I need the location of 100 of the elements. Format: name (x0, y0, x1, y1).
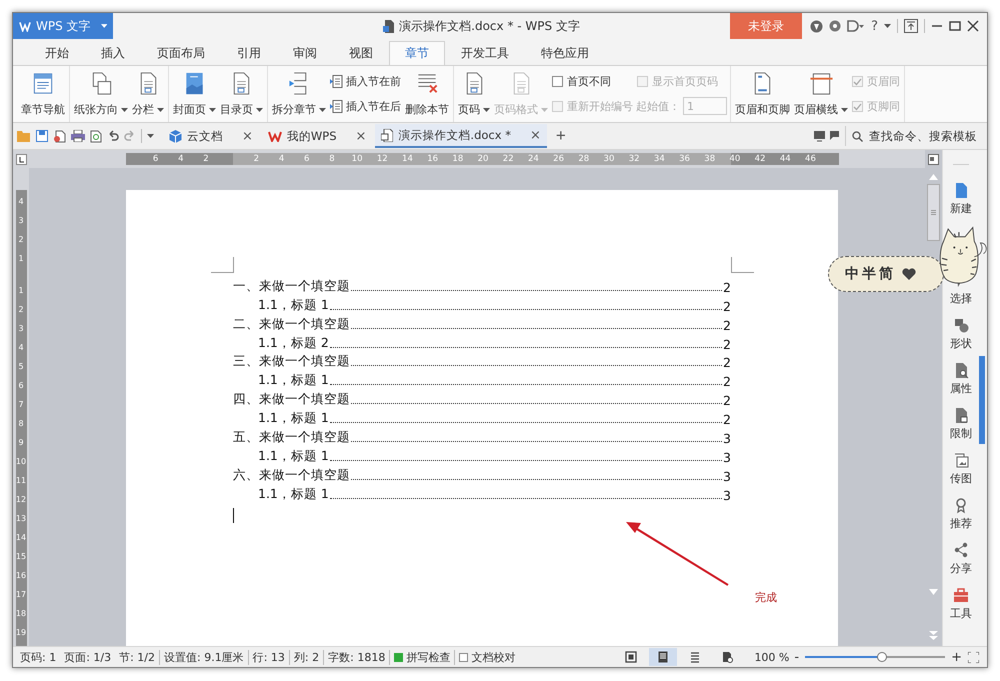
ruler-number: 13 (16, 513, 26, 525)
ruler-number: 2 (202, 154, 210, 164)
zoom-slider-thumb[interactable] (877, 652, 888, 662)
sidebar-item[interactable]: 属性 (950, 362, 972, 407)
d-badge-icon[interactable] (847, 20, 866, 32)
ribbon-button[interactable]: 封面页 (172, 68, 217, 120)
menu-tab[interactable]: 特色应用 (525, 41, 605, 65)
toc-page-number: 2 (723, 374, 731, 390)
zoom-out-button[interactable]: - (792, 650, 802, 664)
ribbon-button[interactable]: 页眉横线 (793, 68, 849, 120)
undo-icon[interactable] (107, 130, 119, 142)
pin-window-icon[interactable] (904, 19, 918, 33)
toc-page-number: 2 (723, 412, 731, 428)
ruler-number: 38 (703, 154, 716, 164)
toc-entry-text[interactable]: 一、来做一个填空题 (233, 278, 350, 295)
menu-tab[interactable]: 开发工具 (445, 41, 525, 65)
w-logo-icon (268, 130, 282, 142)
sidebar-item[interactable]: 限制 (950, 407, 972, 452)
tab-close-button[interactable]: × (516, 128, 541, 142)
ribbon-button[interactable]: 分栏 (131, 68, 165, 120)
toc-entry-text[interactable]: 1.1，标题 1 (258, 410, 329, 428)
document-tab[interactable]: 云文档 × (163, 124, 259, 148)
split-view-icon[interactable] (928, 154, 939, 164)
toc-page-number: 2 (723, 336, 731, 352)
tab-close-button[interactable]: × (228, 128, 253, 144)
fit-window-icon[interactable] (968, 652, 979, 662)
toc-entry-text[interactable]: 三、来做一个填空题 (233, 353, 350, 370)
print-icon[interactable] (71, 130, 85, 142)
tab-stop-icon[interactable] (16, 154, 26, 164)
scrollbar-thumb[interactable] (927, 184, 940, 241)
window-title: 演示操作文档.docx * - WPS 文字 (399, 18, 580, 34)
toc-entry-text[interactable]: 五、来做一个填空题 (233, 429, 350, 446)
document-tab[interactable]: 我的WPS × (262, 124, 372, 148)
share-icon (953, 542, 969, 559)
circle-icon[interactable] (829, 20, 842, 32)
menu-tab[interactable]: 视图 (333, 41, 389, 65)
status-toggle[interactable]: 拼写检查 (389, 650, 454, 664)
ruler-number: 2 (18, 234, 24, 246)
menu-tab[interactable]: 章节 (389, 41, 445, 65)
sidebar-item[interactable]: 分享 (950, 542, 972, 587)
view-mode-button[interactable] (649, 648, 678, 666)
toc-entry-text[interactable]: 六、来做一个填空题 (233, 466, 350, 484)
document-lock-icon (953, 407, 969, 424)
ruler-number: 1 (18, 285, 24, 297)
sidebar-item[interactable]: 形状 (950, 317, 972, 362)
toc-entry-text[interactable]: 1.1，标题 1 (258, 448, 329, 465)
ribbon-button[interactable]: 纸张方向 (73, 68, 129, 120)
ruler-number: 3 (18, 215, 24, 227)
toc-entry-text[interactable]: 1.1，标题 1 (258, 372, 329, 390)
tab-close-button[interactable]: × (342, 128, 366, 144)
ribbon-button[interactable]: 目录页 (219, 68, 264, 120)
document-tab[interactable]: 演示操作文档.docx * × (375, 124, 547, 148)
close-icon[interactable] (967, 20, 979, 32)
margin-corner-mark (211, 257, 234, 273)
app-menu-button[interactable]: WPS 文字 (13, 13, 113, 39)
ruler-number: 4 (18, 342, 24, 354)
sidebar-item[interactable]: 推荐 (950, 497, 972, 542)
ribbon-button[interactable]: 章节导航 (20, 68, 66, 120)
search-field[interactable]: 查找命令、搜索模板 (845, 126, 987, 146)
toc-page-number: 3 (723, 431, 731, 446)
menu-tab[interactable]: 引用 (221, 41, 277, 65)
sidebar-item[interactable]: 传图 (950, 452, 972, 497)
ribbon-button[interactable]: 插入节在后 (329, 98, 402, 115)
ribbon-button[interactable]: 拆分章节 (271, 68, 327, 120)
monitor-icon[interactable] (813, 130, 826, 142)
toc-entry-text[interactable]: 1.1，标题 2 (258, 334, 329, 352)
header-line-icon (808, 71, 834, 96)
ribbon-button[interactable]: 页码 (457, 68, 491, 120)
toc-entry-text[interactable]: 四、来做一个填空题 (233, 391, 350, 408)
flag-icon[interactable] (829, 130, 842, 142)
panel-collapse-handle[interactable] (979, 356, 985, 444)
ruler-number: 8 (328, 154, 336, 164)
print-preview-icon[interactable] (90, 130, 102, 142)
menu-tab[interactable]: 审阅 (277, 41, 333, 65)
margin-corner-mark (731, 257, 754, 273)
checkbox[interactable]: 首页不同 (551, 73, 634, 90)
new-tab-button[interactable]: + (550, 126, 572, 146)
toc-entry-text[interactable]: 二、来做一个填空题 (233, 316, 350, 333)
status-text: 页面: 1/3 (63, 650, 112, 664)
save-icon[interactable] (36, 130, 48, 142)
toc-entry-text[interactable]: 1.1，标题 1 (258, 296, 329, 314)
sidebar-item[interactable]: 新建 (950, 182, 972, 227)
status-toggle[interactable]: 文档校对 (454, 650, 520, 664)
zoom-in-button[interactable]: + (949, 650, 964, 664)
sidebar-item[interactable]: 工具 (950, 587, 972, 632)
status-text: 行: 13 (248, 650, 289, 664)
ruler-number: 26 (552, 154, 565, 164)
ruler-number: 4 (18, 196, 24, 208)
ruler-number: 1 (18, 253, 24, 265)
export-icon[interactable] (53, 130, 66, 142)
ribbon-button[interactable]: 页眉和页脚 (734, 68, 791, 120)
menu-tab[interactable]: 开始 (29, 41, 85, 65)
menu-tab[interactable]: 插入 (85, 41, 141, 65)
toc-entry-text[interactable]: 1.1，标题 1 (258, 486, 329, 503)
new-document-icon (953, 182, 969, 199)
menu-tab[interactable]: 页面布局 (141, 41, 221, 65)
ribbon-button[interactable]: 插入节在前 (329, 73, 402, 90)
help-button[interactable]: ? (871, 18, 878, 34)
ribbon-button[interactable]: 删除本节 (404, 68, 450, 120)
maximize-icon[interactable] (949, 20, 961, 32)
